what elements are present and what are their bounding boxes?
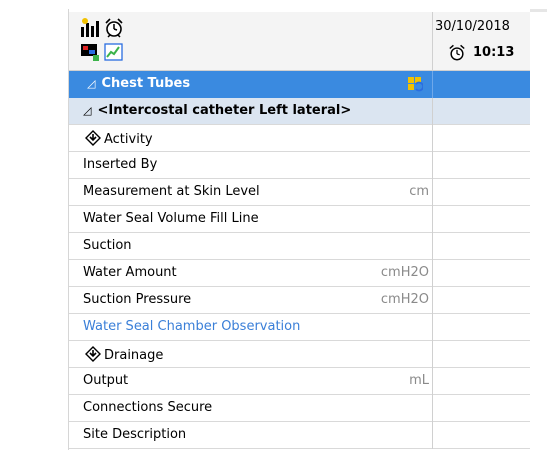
row-connections-secure[interactable]: Connections Secure bbox=[69, 395, 530, 422]
left-margin bbox=[0, 0, 67, 450]
row-label: Site Description bbox=[83, 427, 187, 442]
row-unit: cm bbox=[409, 184, 429, 199]
row-water-amount[interactable]: Water Amount cmH2O bbox=[69, 260, 530, 287]
value-cell[interactable] bbox=[432, 125, 530, 152]
flowsheet-panel: 30/10/2018 10:13 ◿ Chest Tubes ◿ <Intercos… bbox=[68, 9, 530, 450]
collapse-triangle-icon[interactable]: ◿ bbox=[83, 104, 91, 117]
row-site-description[interactable]: Site Description bbox=[69, 422, 530, 449]
group-label: Drainage bbox=[85, 346, 163, 363]
group-label: Activity bbox=[85, 130, 153, 147]
value-cell[interactable] bbox=[432, 368, 530, 395]
value-cell[interactable] bbox=[432, 206, 530, 233]
chart-bars-icon[interactable] bbox=[79, 17, 101, 39]
row-label: Output bbox=[83, 373, 129, 388]
line-chart-icon[interactable] bbox=[103, 41, 125, 63]
row-output[interactable]: Output mL bbox=[69, 368, 530, 395]
header-toolbar bbox=[79, 17, 139, 65]
value-cell[interactable] bbox=[432, 152, 530, 179]
value-cell[interactable] bbox=[432, 233, 530, 260]
row-label: Water Amount bbox=[83, 265, 177, 280]
row-measurement-at-skin-level[interactable]: Measurement at Skin Level cm bbox=[69, 179, 530, 206]
row-label: Suction Pressure bbox=[83, 292, 192, 307]
alarm-clock-icon bbox=[449, 44, 465, 61]
subsection-value-cell bbox=[432, 98, 530, 125]
row-water-seal-chamber-observation[interactable]: Water Seal Chamber Observation bbox=[69, 314, 530, 341]
row-label: Connections Secure bbox=[83, 400, 213, 415]
row-label: Suction bbox=[83, 238, 132, 253]
subsection-title: <Intercostal catheter Left lateral> bbox=[97, 103, 352, 118]
row-label: Activity bbox=[104, 132, 153, 147]
row-suction[interactable]: Suction bbox=[69, 233, 530, 260]
expand-diamond-icon[interactable] bbox=[85, 130, 101, 146]
value-cell[interactable] bbox=[432, 260, 530, 287]
value-cell[interactable] bbox=[432, 314, 530, 341]
flag-icon[interactable] bbox=[79, 41, 101, 63]
section-label: ◿ Chest Tubes bbox=[87, 76, 190, 91]
row-label: Drainage bbox=[104, 348, 164, 363]
section-title: Chest Tubes bbox=[101, 76, 191, 91]
value-cell[interactable] bbox=[432, 179, 530, 206]
row-unit: mL bbox=[409, 373, 429, 388]
row-label: Measurement at Skin Level bbox=[83, 184, 260, 199]
section-value-cell bbox=[432, 71, 530, 98]
row-label: Water Seal Volume Fill Line bbox=[83, 211, 259, 226]
flowsheet-header: 30/10/2018 10:13 bbox=[69, 12, 530, 71]
alarm-clock-icon[interactable] bbox=[103, 17, 125, 39]
row-inserted-by[interactable]: Inserted By bbox=[69, 152, 530, 179]
row-unit: cmH2O bbox=[380, 265, 429, 280]
column-time: 10:13 bbox=[473, 45, 515, 60]
row-link-label[interactable]: Water Seal Chamber Observation bbox=[83, 319, 300, 334]
refresh-grid-icon[interactable] bbox=[407, 76, 423, 92]
subsection-intercostal-catheter[interactable]: ◿ <Intercostal catheter Left lateral> bbox=[69, 98, 530, 125]
row-water-seal-volume-fill-line[interactable]: Water Seal Volume Fill Line bbox=[69, 206, 530, 233]
group-activity[interactable]: Activity bbox=[69, 125, 530, 152]
value-cell[interactable] bbox=[432, 395, 530, 422]
row-suction-pressure[interactable]: Suction Pressure cmH2O bbox=[69, 287, 530, 314]
row-label: Inserted By bbox=[83, 157, 158, 172]
row-unit: cmH2O bbox=[380, 292, 429, 307]
subsection-label: ◿ <Intercostal catheter Left lateral> bbox=[83, 103, 351, 118]
value-cell[interactable] bbox=[432, 341, 530, 368]
time-column-header[interactable]: 30/10/2018 10:13 bbox=[432, 12, 531, 70]
value-cell[interactable] bbox=[432, 287, 530, 314]
section-chest-tubes[interactable]: ◿ Chest Tubes bbox=[69, 71, 530, 98]
column-date: 30/10/2018 bbox=[435, 19, 510, 34]
collapse-triangle-icon[interactable]: ◿ bbox=[87, 77, 95, 90]
expand-diamond-icon[interactable] bbox=[85, 346, 101, 362]
group-drainage[interactable]: Drainage bbox=[69, 341, 530, 368]
value-cell[interactable] bbox=[432, 422, 530, 449]
